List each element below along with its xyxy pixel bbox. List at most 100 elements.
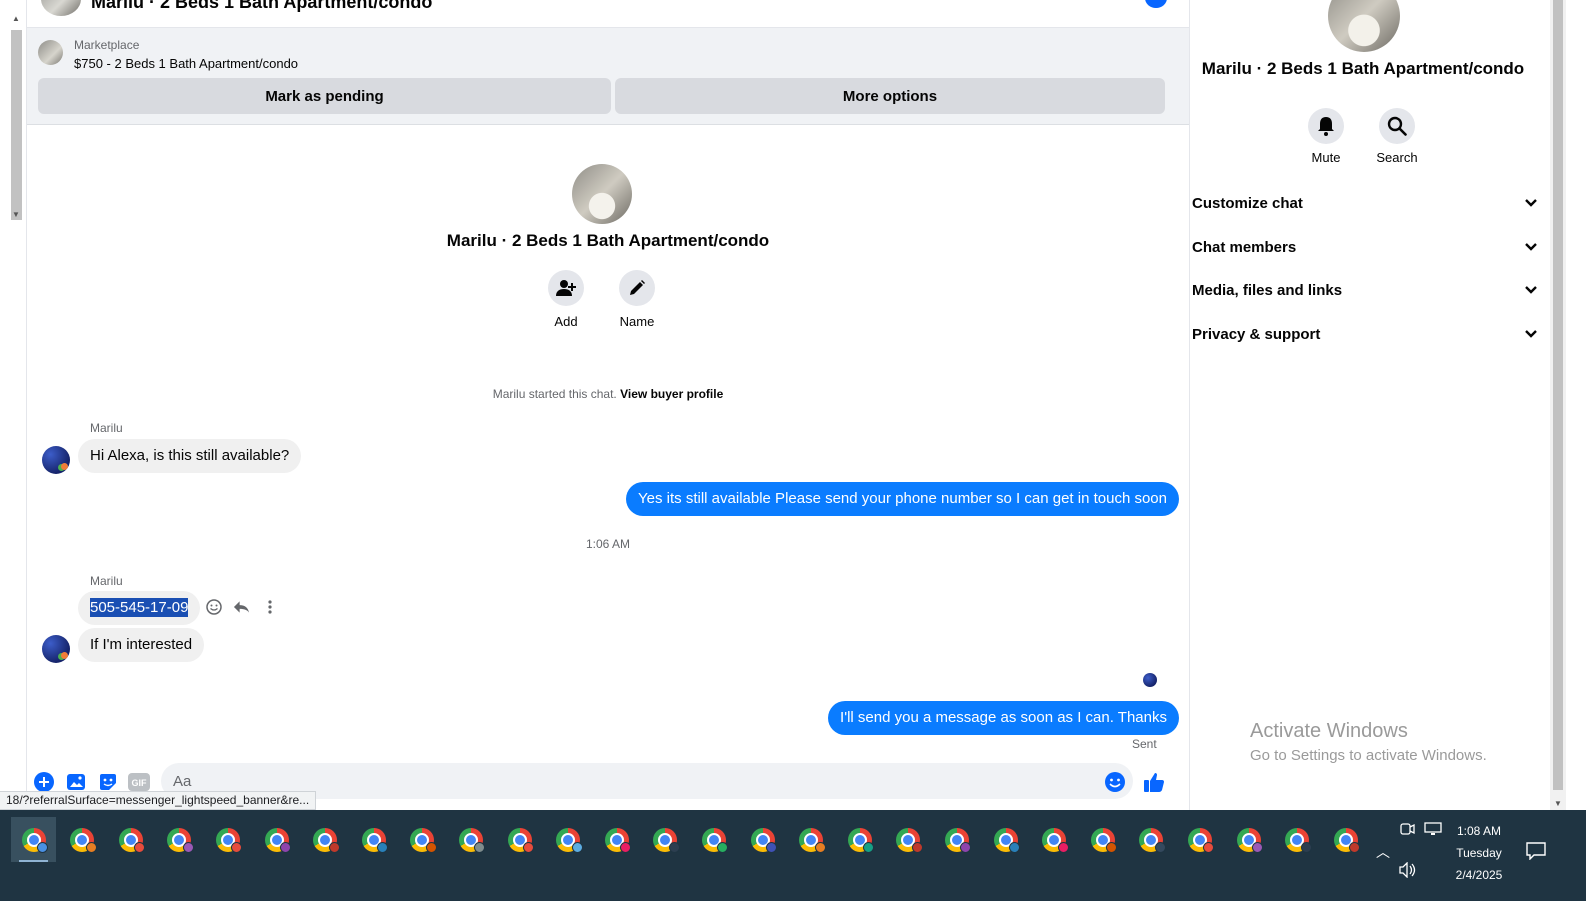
info-avatar[interactable] [1328, 0, 1400, 52]
taskbar-chrome-button[interactable] [594, 817, 639, 862]
search-label: Search [1376, 150, 1418, 165]
taskbar-chrome-button[interactable] [546, 817, 591, 862]
taskbar-chrome-button[interactable] [303, 817, 348, 862]
name-label: Name [619, 314, 655, 329]
taskbar-chrome-button[interactable] [108, 817, 153, 862]
taskbar-chrome-button[interactable] [157, 817, 202, 862]
mark-as-pending-button[interactable]: Mark as pending [38, 78, 611, 114]
taskbar-chrome-button[interactable] [254, 817, 299, 862]
section-label: Privacy & support [1192, 325, 1321, 343]
activate-windows-watermark: Activate Windows Go to Settings to activ… [1250, 720, 1487, 764]
marketplace-banner: Marketplace $750 - 2 Beds 1 Bath Apartme… [27, 28, 1189, 125]
profile-badge-icon [1300, 842, 1312, 853]
mute-button[interactable]: Mute [1294, 108, 1358, 165]
taskbar-chrome-button[interactable] [1275, 817, 1320, 862]
chat-title[interactable]: Marilu · 2 Beds 1 Bath Apartment/condo [91, 0, 432, 13]
profile-badge-icon [474, 842, 486, 853]
react-icon[interactable] [205, 597, 222, 617]
emoji-icon[interactable] [1103, 770, 1127, 794]
taskbar-chrome-button[interactable] [1032, 817, 1077, 862]
chat-header: Marilu · 2 Beds 1 Bath Apartment/condo [27, 0, 1189, 28]
bell-icon[interactable] [1308, 108, 1344, 144]
search-icon[interactable] [1379, 108, 1415, 144]
left-scrollbar[interactable]: ▲ ▼ [8, 14, 25, 226]
taskbar-chrome-button[interactable] [983, 817, 1028, 862]
more-options-button[interactable]: More options [615, 78, 1165, 114]
watermark-subtitle: Go to Settings to activate Windows. [1250, 747, 1487, 764]
system-clock[interactable]: 1:08 AM Tuesday 2/4/2025 [1440, 820, 1518, 886]
profile-badge-icon [863, 842, 875, 853]
chevron-down-icon [1524, 282, 1538, 299]
sent-status: Sent [1132, 737, 1157, 751]
listing-thumbnail[interactable] [38, 40, 63, 65]
reply-icon[interactable] [233, 597, 250, 617]
taskbar-chrome-button[interactable] [351, 817, 396, 862]
taskbar-chrome-button[interactable] [691, 817, 736, 862]
section-media-files-links[interactable]: Media, files and links [1192, 275, 1538, 305]
taskbar-chrome-button[interactable] [448, 817, 493, 862]
profile-badge-icon [182, 842, 194, 853]
view-buyer-profile-link[interactable]: View buyer profile [620, 387, 723, 401]
section-privacy-support[interactable]: Privacy & support [1192, 319, 1538, 349]
sender-avatar[interactable] [42, 446, 70, 474]
chevron-down-icon [1524, 239, 1538, 256]
profile-badge-icon [280, 842, 291, 853]
marketplace-label: Marketplace [74, 38, 140, 52]
chevron-down-icon [1524, 326, 1538, 343]
taskbar-chrome-button[interactable] [205, 817, 250, 862]
taskbar-chrome-button[interactable] [837, 817, 882, 862]
add-person-icon[interactable] [548, 270, 584, 306]
selected-phone-number[interactable]: 505-545-17-09 [90, 598, 189, 617]
taskbar-chrome-button[interactable] [1177, 817, 1222, 862]
taskbar-chrome-button[interactable] [1129, 817, 1174, 862]
taskbar-chrome-button[interactable] [1080, 817, 1125, 862]
page-scrollbar[interactable]: ▼ [1550, 0, 1566, 810]
meet-now-icon[interactable] [1399, 822, 1415, 839]
section-chat-members[interactable]: Chat members [1192, 232, 1538, 262]
clock-date: 2/4/2025 [1455, 868, 1503, 882]
scrollbar-thumb[interactable] [11, 30, 22, 220]
taskbar-chrome-button[interactable] [740, 817, 785, 862]
incoming-message[interactable]: If I'm interested [78, 628, 205, 662]
taskbar-chrome-button[interactable] [497, 817, 542, 862]
edit-name-button[interactable]: Name [607, 270, 667, 329]
pencil-icon[interactable] [619, 270, 655, 306]
notifications-icon[interactable] [1526, 842, 1546, 863]
taskbar-chrome-button[interactable] [11, 817, 56, 862]
scroll-down-icon[interactable]: ▼ [12, 210, 20, 219]
taskbar-chrome-button[interactable] [886, 817, 931, 862]
clock-day: Tuesday [1456, 846, 1502, 860]
taskbar-chrome-button[interactable] [60, 817, 105, 862]
taskbar-chrome-button[interactable] [789, 817, 834, 862]
watermark-title: Activate Windows [1250, 720, 1408, 742]
search-button[interactable]: Search [1365, 108, 1429, 165]
info-icon[interactable] [1145, 0, 1167, 8]
sender-avatar[interactable] [42, 635, 70, 663]
link-status-bar: 18/?referralSurface=messenger_lightspeed… [0, 791, 317, 810]
more-vertical-icon[interactable] [261, 597, 278, 617]
scroll-up-icon[interactable]: ▲ [12, 14, 20, 23]
taskbar-chrome-button[interactable] [400, 817, 445, 862]
incoming-message[interactable]: Hi Alexa, is this still available? [78, 439, 302, 473]
taskbar-chrome-button[interactable] [1323, 817, 1368, 862]
add-people-button[interactable]: Add [536, 270, 596, 329]
scroll-down-icon[interactable]: ▼ [1554, 799, 1562, 808]
section-customize-chat[interactable]: Customize chat [1192, 188, 1538, 218]
scrollbar-thumb[interactable] [1553, 0, 1563, 790]
incoming-message[interactable]: 505-545-17-09 [78, 591, 201, 625]
listing-title[interactable]: $750 - 2 Beds 1 Bath Apartment/condo [74, 56, 298, 71]
chat-avatar[interactable] [41, 0, 81, 16]
outgoing-message[interactable]: Yes its still available Please send your… [626, 482, 1179, 516]
profile-badge-icon [911, 842, 923, 853]
outgoing-message[interactable]: I'll send you a message as soon as I can… [828, 701, 1179, 735]
profile-badge-icon [37, 842, 48, 853]
taskbar-chrome-button[interactable] [934, 817, 979, 862]
thumbs-up-icon[interactable] [1142, 770, 1166, 794]
chevron-up-icon[interactable]: ︿ [1376, 842, 1390, 862]
volume-icon[interactable] [1399, 861, 1417, 881]
profile-badge-icon [231, 842, 243, 853]
profile-badge-icon [960, 842, 972, 853]
taskbar-chrome-button[interactable] [1226, 817, 1271, 862]
messenger-window: ▲ ▼ Marilu · 2 Beds 1 Bath Apartment/con… [0, 0, 1586, 820]
taskbar-chrome-button[interactable] [643, 817, 688, 862]
